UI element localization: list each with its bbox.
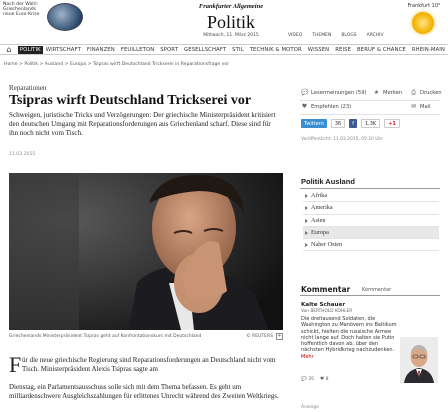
recommend-count-wrap[interactable]: ♥ 8 [320,377,329,382]
header-date: Mittwoch, 11. März 2015 [203,33,259,38]
region-link-naher-osten[interactable]: Naher Osten [303,239,439,252]
kommentar-teaser-text: Die dreitausend Soldaten, die Washington… [301,316,397,354]
heart-icon: ♥ [301,103,308,110]
caption-text: Griechenlands Ministerpräsident Tsipras … [9,333,202,339]
region-link-amerika[interactable]: Amerika [303,202,439,215]
region-link-afrika[interactable]: Afrika [303,190,439,203]
section-title[interactable]: Politik [176,12,286,33]
article-kicker: Reparationen [9,84,47,92]
nav-item-beruf-chance[interactable]: BERUF & CHANCE [354,47,409,53]
article-headline: Tsipras wirft Deutschland Trickserei vor [9,93,252,108]
enlarge-icon[interactable]: + [276,332,283,340]
nav-item-technik-motor[interactable]: TECHNIK & MOTOR [247,47,305,53]
mail-tool[interactable]: ✉ Mail [410,103,431,111]
envelope-icon: ✉ [410,103,417,110]
nav-item-sport[interactable]: SPORT [157,47,181,53]
nav-item-stil[interactable]: STIL [229,47,247,53]
header-links: VIDEO THEMEN BLOGS ARCHIV [288,33,384,38]
speech-bubble-icon: 💬 [301,89,309,96]
bookmark-icon: ★ [373,89,380,96]
nav-item-politik[interactable]: POLITIK [17,45,43,54]
politik-ausland-title[interactable]: Politik Ausland [301,177,355,186]
comment-count-wrap[interactable]: 💬 35 [301,377,314,382]
kommentar-subtitle: Kommentar [362,287,392,293]
recommend-label: Empfehlen (23) [311,104,352,110]
home-icon[interactable]: ⌂ [0,45,18,54]
site-logo[interactable]: Frankfurter Allgemeine [176,3,286,10]
kommentar-more-link[interactable]: Mehr [301,354,314,360]
ad-label: Anzeige [301,405,319,410]
header-link-archiv[interactable]: ARCHIV [367,33,384,38]
image-credit: © REUTERS [246,333,273,339]
twitter-button[interactable]: Twittern [301,119,327,128]
nav-item-wirtschaft[interactable]: WIRTSCHAFT [43,47,84,53]
mail-label: Mail [420,104,431,110]
comments-tool[interactable]: 💬 Lesermeinungen (59) [301,89,367,97]
social-buttons: Twittern 36 f 1,3K +1 [301,119,400,128]
nav-item-wissen[interactable]: WISSEN [305,47,332,53]
portrait-photo-icon [9,173,283,330]
recommend-count: 8 [325,377,329,382]
save-label: Merken [383,90,403,96]
kommentar-stats: 💬 35 ♥ 8 [301,377,329,382]
header-link-blogs[interactable]: BLOGS [341,33,356,38]
comment-count: 35 [308,377,315,382]
politik-ausland-rule [300,188,440,189]
header-link-video[interactable]: VIDEO [288,33,302,38]
main-navigation: ⌂ POLITIK WIRTSCHAFT FINANZEN FEUILLETON… [0,44,448,55]
kommentar-rule [300,295,440,296]
promo-teaser-image[interactable] [47,3,83,31]
printer-icon: ⎙ [411,89,416,96]
kommentar-title: Kommentar [301,285,351,294]
nav-item-reise[interactable]: REISE [332,47,354,53]
twitter-count: 36 [330,119,346,128]
facebook-icon[interactable]: f [349,119,357,128]
gplus-button[interactable]: +1 [384,119,400,128]
article-body-rest: Dienstag, ein Parlamentsausschuss solle … [9,383,279,401]
nav-item-finanzen[interactable]: FINANZEN [84,47,118,53]
caption-credit-wrap: © REUTERS + [246,332,283,340]
person-portrait-icon [400,337,438,383]
kommentar-author: Von BERTHOLD KOHLER [301,309,353,314]
comments-label: Lesermeinungen (59) [311,90,367,96]
region-link-asien[interactable]: Asien [303,215,439,227]
breadcrumb[interactable]: Home > Politik > Ausland > Europa > Tsip… [4,62,229,67]
recommend-tool[interactable]: ♥ Empfehlen (23) [301,103,352,111]
print-tool[interactable]: ⎙ Drucken [410,89,442,97]
drop-cap: F [9,352,22,377]
article-hero-image[interactable] [9,173,283,330]
sun-icon[interactable] [412,12,434,34]
author-avatar[interactable] [400,337,438,383]
weather-label[interactable]: Frankfurt 10° [404,3,444,9]
kommentar-teaser: Die dreitausend Soldaten, die Washington… [301,316,397,360]
facebook-count: 1,3K [360,119,381,128]
article-lede: Schweigen, juristische Tricks und Verzög… [9,111,276,137]
article-body-first: ür die neue griechische Regierung sind R… [22,356,276,374]
published-date: Veröffentlicht: 11.03.2015, 05:20 Uhr [301,137,384,142]
kommentar-headline[interactable]: Kalte Schauer [301,302,345,308]
region-link-europa[interactable]: Europa [303,226,439,240]
tools-divider-2 [300,114,440,115]
nav-item-feuilleton[interactable]: FEUILLETON [118,47,157,53]
header-link-themen[interactable]: THEMEN [312,33,331,38]
nav-item-rhein-main[interactable]: RHEIN-MAIN [409,47,448,53]
promo-teaser-text[interactable]: Nach der Wahl: Griechenlands neue Euro-K… [3,2,45,17]
tools-divider [300,100,440,101]
save-tool[interactable]: ★ Merken [373,89,403,97]
nav-item-gesellschaft[interactable]: GESELLSCHAFT [181,47,229,53]
image-caption: Griechenlands Ministerpräsident Tsipras … [9,331,283,341]
article-date: 11.03.2015 [9,152,36,157]
print-label: Drucken [420,90,442,96]
politik-ausland-list: Afrika Amerika Asien Europa Naher Osten [303,190,439,252]
